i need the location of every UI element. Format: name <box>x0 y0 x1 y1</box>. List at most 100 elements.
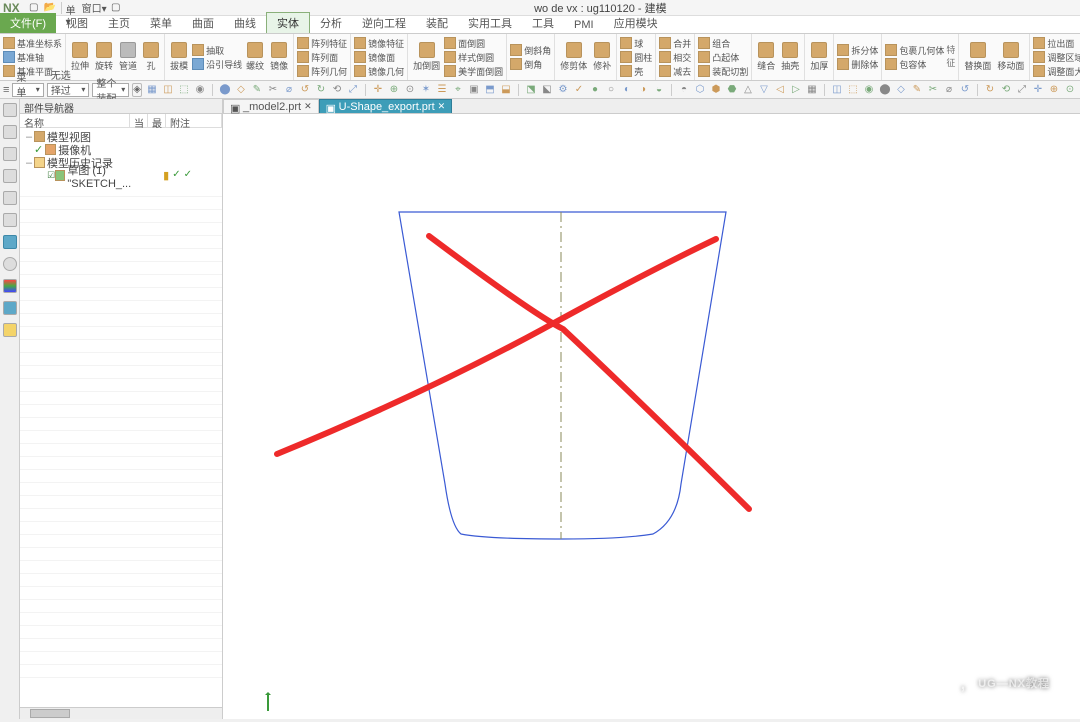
toolbar-icon[interactable]: ↻ <box>983 83 997 97</box>
toolbar-icon[interactable]: ⬤ <box>878 83 892 97</box>
select-icon[interactable] <box>3 301 17 315</box>
toolbar-icon[interactable]: ◇ <box>234 83 248 97</box>
close-icon[interactable]: ✕ <box>438 101 446 112</box>
palette-icon[interactable] <box>3 279 17 293</box>
revolve-button[interactable]: 旋转 <box>93 41 115 73</box>
intersect-button[interactable]: 相交 <box>659 51 691 64</box>
pattern-feat-button[interactable]: 阵列特征 <box>297 37 347 50</box>
close-icon[interactable]: ✕ <box>304 101 312 112</box>
toolbar-icon[interactable]: ✎ <box>250 83 264 97</box>
toolbar-icon[interactable]: ⊕ <box>387 83 401 97</box>
pattern-face-button[interactable]: 阵列面 <box>297 51 347 64</box>
subtract-button[interactable]: 减去 <box>659 65 691 78</box>
tab-solid[interactable]: 实体 <box>266 12 310 33</box>
toolbar-icon[interactable]: ✂ <box>926 83 940 97</box>
aesthetic-blend-button[interactable]: 美学面倒圆 <box>444 65 503 78</box>
tab-app[interactable]: 应用模块 <box>604 13 668 33</box>
mirror-geom-button[interactable]: 镜像几何 <box>354 65 404 78</box>
toolbar-icon[interactable]: ⊕ <box>1047 83 1061 97</box>
mirror-button[interactable]: 镜像 <box>268 41 290 73</box>
emboss-button[interactable]: 凸起体 <box>698 51 748 64</box>
wrap-geom-button[interactable]: 包裹几何体 <box>885 44 944 57</box>
pull-face-button[interactable]: 拉出面 <box>1033 37 1080 50</box>
move-face-button[interactable]: 移动面 <box>995 41 1026 73</box>
toolbar-icon[interactable]: ⌀ <box>942 83 956 97</box>
toolbar-icon[interactable]: ⊙ <box>1063 83 1077 97</box>
draft-button[interactable]: 拔模 <box>168 41 190 73</box>
toolbar-icon[interactable]: ◫ <box>161 83 175 97</box>
tab-menu[interactable]: 菜单 <box>140 13 182 33</box>
toolbar-icon[interactable]: ⤢ <box>1015 83 1029 97</box>
style-blend-button[interactable]: 样式倒圆 <box>444 51 503 64</box>
scope-dropdown[interactable]: 整个装配 <box>92 83 129 97</box>
assembly-navigator-icon[interactable] <box>3 125 17 139</box>
toolbar-icon[interactable]: ◑ <box>636 83 650 97</box>
tab-pmi[interactable]: PMI <box>564 17 604 33</box>
col-note[interactable]: 附注 <box>166 114 222 127</box>
delete-body-button[interactable]: 删除体 <box>837 58 878 71</box>
toolbar-icon[interactable]: ◉ <box>862 83 876 97</box>
toolbar-icon[interactable]: ⟲ <box>330 83 344 97</box>
toolbar-icon[interactable]: ⌖ <box>451 83 465 97</box>
replace-face-button[interactable]: 替换面 <box>962 41 993 73</box>
toolbar-icon[interactable]: ⬓ <box>499 83 513 97</box>
tab-file[interactable]: 文件(F) <box>0 13 56 33</box>
tab-curve[interactable]: 曲线 <box>224 13 266 33</box>
selection-filter-dropdown[interactable]: 无选择过滤器 <box>47 83 90 97</box>
doc-tab-model2[interactable]: ▣ _model2.prt ✕ <box>223 99 319 113</box>
toolbar-icon[interactable]: ✓ <box>572 83 586 97</box>
toolbar-icon[interactable]: ⬚ <box>846 83 860 97</box>
toolbar-icon[interactable]: ⚙ <box>556 83 570 97</box>
toolbar-icon[interactable]: ● <box>588 83 602 97</box>
resize-face-button[interactable]: 调整面大小 <box>1033 65 1080 78</box>
pattern-geom-button[interactable]: 阵列几何 <box>297 65 347 78</box>
thread-button[interactable]: 螺纹 <box>244 41 266 73</box>
toolbar-icon[interactable]: ✛ <box>1031 83 1045 97</box>
toolbar-icon[interactable]: ▣ <box>467 83 481 97</box>
tab-analysis[interactable]: 分析 <box>310 13 352 33</box>
mirror-face-button[interactable]: 镜像面 <box>354 51 404 64</box>
chamfer-button[interactable]: 倒斜角 <box>510 44 551 57</box>
edge-chamfer-button[interactable]: 倒角 <box>510 58 551 71</box>
tab-utilities[interactable]: 实用工具 <box>458 13 522 33</box>
bounding-body-button[interactable]: 包容体 <box>885 58 944 71</box>
split-body-button[interactable]: 拆分体 <box>837 44 878 57</box>
toolbar-icon[interactable]: ⬒ <box>483 83 497 97</box>
tree-row-modelviews[interactable]: –模型视图 <box>20 130 222 143</box>
toolbar-icon[interactable]: ⬔ <box>524 83 538 97</box>
shell2-button[interactable]: 抽壳 <box>779 41 801 73</box>
col-current[interactable]: 当 <box>130 114 148 127</box>
toolbar-icon[interactable]: △ <box>741 83 755 97</box>
toolbar-icon[interactable]: ◐ <box>620 83 634 97</box>
datum-csys-button[interactable]: 基准坐标系 <box>3 37 62 50</box>
sphere-button[interactable]: 球 <box>620 37 652 50</box>
tab-view[interactable]: 视图 <box>56 13 98 33</box>
datum-axis-button[interactable]: 基准轴 <box>3 51 62 64</box>
toolbar-icon[interactable]: ◓ <box>677 83 691 97</box>
toolbar-icon[interactable]: ⟲ <box>999 83 1013 97</box>
history-icon[interactable] <box>3 235 17 249</box>
toolbar-icon[interactable]: ○ <box>604 83 618 97</box>
toolbar-icon[interactable]: ▷ <box>789 83 803 97</box>
part-navigator-icon[interactable] <box>3 103 17 117</box>
toolbar-icon[interactable]: ✛ <box>371 83 385 97</box>
toolbar-icon[interactable]: ⊙ <box>403 83 417 97</box>
toolbar-icon[interactable]: ⬕ <box>540 83 554 97</box>
toolbar-icon[interactable]: ▽ <box>757 83 771 97</box>
toolbar-icon[interactable]: ⬚ <box>177 83 191 97</box>
sew-button[interactable]: 缝合 <box>755 41 777 73</box>
toolbar-icon[interactable]: ◇ <box>894 83 908 97</box>
toolbar-icon[interactable]: ☰ <box>435 83 449 97</box>
toolbar-icon[interactable]: ◈ <box>132 83 142 97</box>
thicken-button[interactable]: 加厚 <box>808 41 830 73</box>
tube-button[interactable]: 管道 <box>117 41 139 73</box>
toolbar-icon[interactable]: ⌀ <box>282 83 296 97</box>
tab-home[interactable]: 主页 <box>98 13 140 33</box>
tab-tools[interactable]: 工具 <box>522 13 564 33</box>
toolbar-icon[interactable]: ◁ <box>773 83 787 97</box>
tab-surface[interactable]: 曲面 <box>182 13 224 33</box>
toolbar-icon[interactable]: ⬡ <box>693 83 707 97</box>
toolbar-icon[interactable]: ↺ <box>958 83 972 97</box>
browser-icon[interactable] <box>3 213 17 227</box>
tab-assembly[interactable]: 装配 <box>416 13 458 33</box>
